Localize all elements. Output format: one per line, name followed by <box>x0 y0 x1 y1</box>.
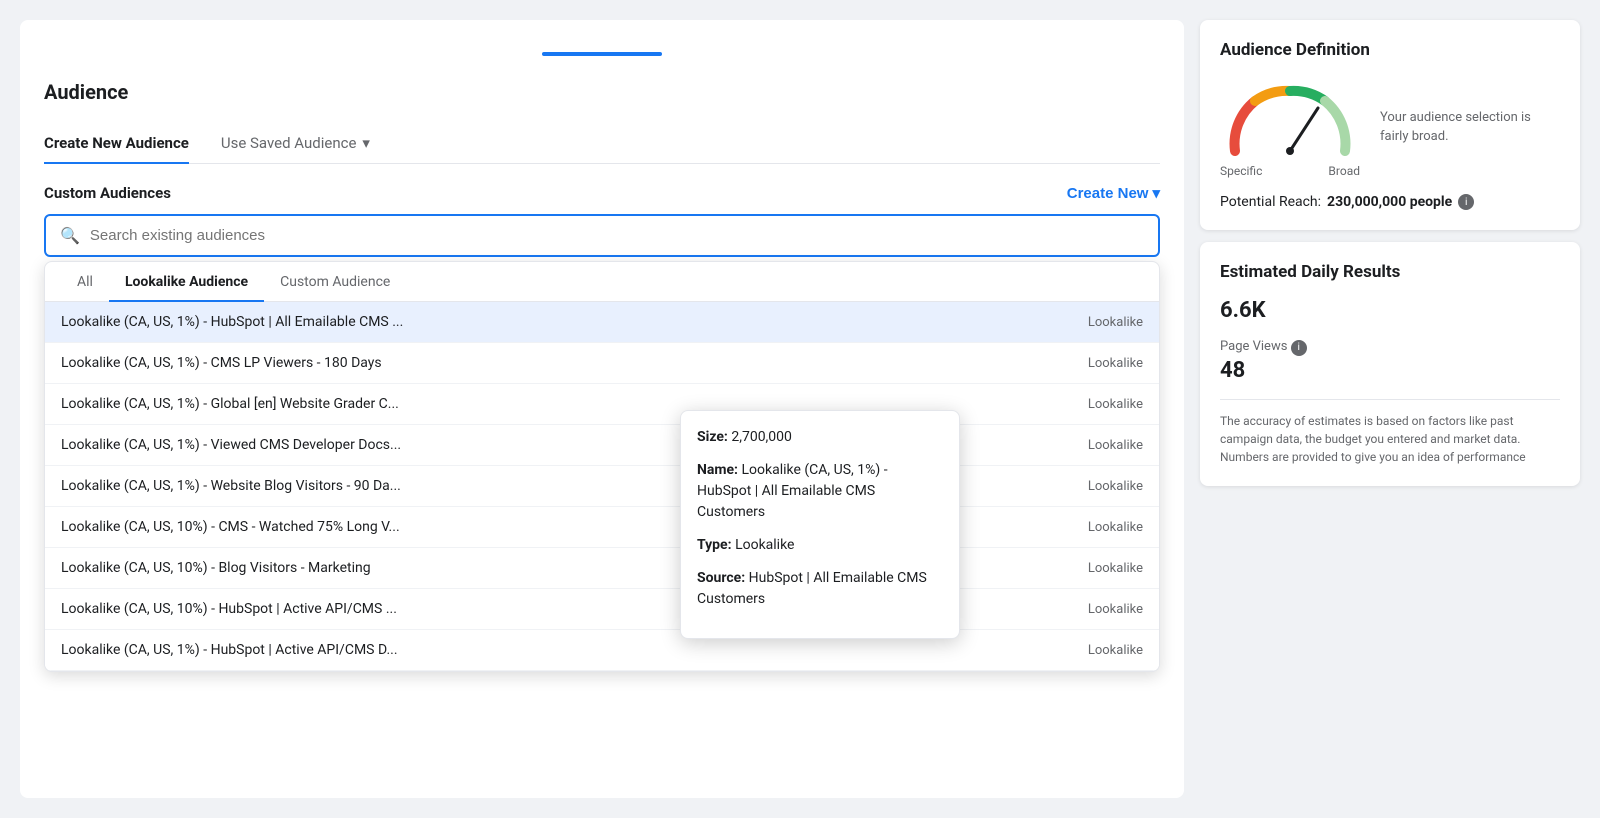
audience-list: Lookalike (CA, US, 1%) - HubSpot | All E… <box>45 302 1159 671</box>
audience-list-item[interactable]: Lookalike (CA, US, 10%) - CMS - Watched … <box>45 507 1159 548</box>
tooltip-source: Source: HubSpot | All Emailable CMS Cust… <box>697 568 943 610</box>
item-type: Lookalike <box>1088 561 1143 576</box>
audience-tabs: Create New Audience Use Saved Audience ▾ <box>44 124 1160 164</box>
tooltip-size: Size: 2,700,000 <box>697 427 943 448</box>
search-input[interactable] <box>90 227 1144 244</box>
item-type: Lookalike <box>1088 520 1143 535</box>
item-type: Lookalike <box>1088 438 1143 453</box>
item-name: Lookalike (CA, US, 1%) - CMS LP Viewers … <box>61 355 382 371</box>
gauge-chart: Specific Broad <box>1220 76 1360 178</box>
item-name: Lookalike (CA, US, 1%) - Global [en] Web… <box>61 396 399 412</box>
custom-audiences-label: Custom Audiences <box>44 184 171 202</box>
estimated-daily-results-card: Estimated Daily Results 6.6K Page Views … <box>1200 242 1580 486</box>
gauge-labels: Specific Broad <box>1220 164 1360 178</box>
page-views-info-icon[interactable]: i <box>1291 340 1307 356</box>
audience-list-item[interactable]: Lookalike (CA, US, 10%) - Blog Visitors … <box>45 548 1159 589</box>
specific-label: Specific <box>1220 164 1262 178</box>
dropdown-tab-custom[interactable]: Custom Audience <box>264 262 406 302</box>
item-name: Lookalike (CA, US, 10%) - Blog Visitors … <box>61 560 371 576</box>
audience-dropdown: All Lookalike Audience Custom Audience L… <box>44 261 1160 672</box>
dropdown-tab-lookalike[interactable]: Lookalike Audience <box>109 262 264 302</box>
gauge-container: Specific Broad Your audience selection i… <box>1220 76 1560 178</box>
audience-definition-title: Audience Definition <box>1220 40 1560 60</box>
item-name: Lookalike (CA, US, 1%) - Viewed CMS Deve… <box>61 437 401 453</box>
page-views-value: 48 <box>1220 358 1560 383</box>
item-type: Lookalike <box>1088 397 1143 412</box>
item-name: Lookalike (CA, US, 10%) - HubSpot | Acti… <box>61 601 397 617</box>
audience-list-item[interactable]: Lookalike (CA, US, 10%) - HubSpot | Acti… <box>45 589 1159 630</box>
potential-reach: Potential Reach: 230,000,000 people i <box>1220 194 1560 210</box>
item-type: Lookalike <box>1088 602 1143 617</box>
page-views-result: Page Views i 48 <box>1220 339 1560 383</box>
dropdown-tab-all[interactable]: All <box>61 262 109 302</box>
audience-definition-desc: Your audience selection is fairly broad. <box>1380 108 1560 147</box>
chevron-down-icon-create: ▾ <box>1152 184 1160 202</box>
item-type: Lookalike <box>1088 356 1143 371</box>
audience-list-item[interactable]: Lookalike (CA, US, 1%) - Global [en] Web… <box>45 384 1159 425</box>
item-name: Lookalike (CA, US, 1%) - HubSpot | All E… <box>61 314 403 330</box>
tab-create-new-audience[interactable]: Create New Audience <box>44 124 189 164</box>
search-container: 🔍 <box>44 214 1160 257</box>
disclaimer-text: The accuracy of estimates is based on fa… <box>1220 399 1560 466</box>
broad-label: Broad <box>1328 164 1360 178</box>
audience-tooltip-popup: Size: 2,700,000 Name: Lookalike (CA, US,… <box>680 410 960 639</box>
reach-value: 6.6K <box>1220 298 1560 323</box>
tooltip-type: Type: Lookalike <box>697 535 943 556</box>
item-type: Lookalike <box>1088 315 1143 330</box>
tab-use-saved-audience[interactable]: Use Saved Audience ▾ <box>221 124 370 164</box>
create-new-button[interactable]: Create New ▾ <box>1067 184 1160 202</box>
search-icon: 🔍 <box>60 226 80 245</box>
item-name: Lookalike (CA, US, 1%) - Website Blog Vi… <box>61 478 401 494</box>
audience-list-item[interactable]: Lookalike (CA, US, 1%) - CMS LP Viewers … <box>45 343 1159 384</box>
audience-list-item[interactable]: Lookalike (CA, US, 1%) - Website Blog Vi… <box>45 466 1159 507</box>
estimated-daily-title: Estimated Daily Results <box>1220 262 1560 282</box>
progress-bar-container <box>44 44 1160 60</box>
dropdown-tabs: All Lookalike Audience Custom Audience <box>45 262 1159 302</box>
audience-list-item[interactable]: Lookalike (CA, US, 1%) - HubSpot | All E… <box>45 302 1159 343</box>
item-name: Lookalike (CA, US, 10%) - CMS - Watched … <box>61 519 400 535</box>
item-type: Lookalike <box>1088 643 1143 658</box>
page-title: Audience <box>44 80 1160 104</box>
audience-definition-card: Audience Definition <box>1200 20 1580 230</box>
item-name: Lookalike (CA, US, 1%) - HubSpot | Activ… <box>61 642 398 658</box>
reach-result: 6.6K <box>1220 298 1560 323</box>
tooltip-name: Name: Lookalike (CA, US, 1%) - HubSpot |… <box>697 460 943 523</box>
custom-audiences-header: Custom Audiences Create New ▾ <box>44 184 1160 202</box>
audience-list-item[interactable]: Lookalike (CA, US, 1%) - HubSpot | Activ… <box>45 630 1159 671</box>
audience-list-item[interactable]: Lookalike (CA, US, 1%) - Viewed CMS Deve… <box>45 425 1159 466</box>
item-type: Lookalike <box>1088 479 1143 494</box>
chevron-down-icon: ▾ <box>362 134 370 152</box>
potential-reach-info-icon[interactable]: i <box>1458 194 1474 210</box>
page-views-label: Page Views i <box>1220 339 1560 356</box>
progress-bar <box>542 52 662 56</box>
